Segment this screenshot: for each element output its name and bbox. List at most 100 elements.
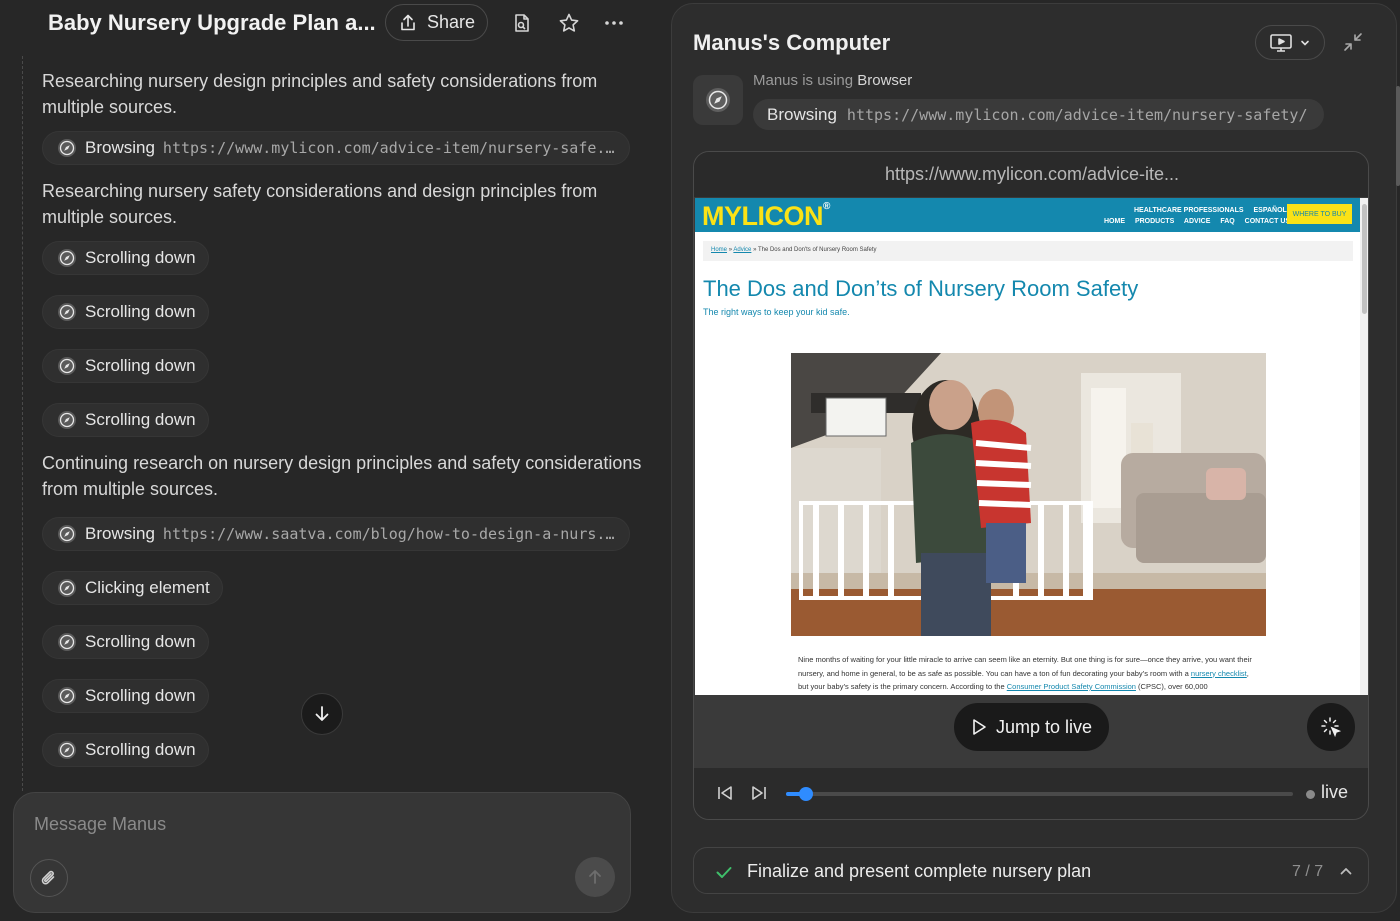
current-action-label: Browsing xyxy=(767,104,837,124)
action-label: Scrolling down xyxy=(85,410,196,429)
files-button[interactable] xyxy=(509,10,535,36)
nursery-checklist-link[interactable]: nursery checklist xyxy=(1191,669,1247,678)
jump-to-live-label: Jump to live xyxy=(995,716,1093,737)
live-indicator xyxy=(1306,790,1315,799)
star-icon xyxy=(559,13,579,32)
chevron-up-icon xyxy=(1340,868,1352,875)
share-button[interactable]: Share xyxy=(385,4,488,41)
site-header: MYLICON® HEALTHCARE PROFESSIONALS ESPAÑO… xyxy=(695,198,1360,232)
chat-header: Baby Nursery Upgrade Plan a... Share xyxy=(0,0,660,48)
action-url: https://www.mylicon.com/advice-item/nurs… xyxy=(162,139,617,157)
top-link-espanol[interactable]: ESPAÑOL xyxy=(1254,207,1287,214)
nav-faq[interactable]: FAQ xyxy=(1220,218,1234,225)
message-input[interactable] xyxy=(34,811,594,837)
jump-to-live-button[interactable]: Jump to live xyxy=(953,702,1110,752)
breadcrumb-advice[interactable]: Advice xyxy=(733,247,751,253)
article-body-text: (CPSC), over 60,000 xyxy=(1138,682,1208,691)
arrow-up-icon xyxy=(589,870,601,884)
scroll-to-bottom-button[interactable] xyxy=(301,693,343,735)
arrow-down-icon xyxy=(315,706,329,721)
browser-view: https://www.mylicon.com/advice-ite... MY… xyxy=(693,151,1369,820)
nav-advice[interactable]: ADVICE xyxy=(1184,218,1210,225)
compass-icon xyxy=(58,687,76,705)
task-plan-bar[interactable]: Finalize and present complete nursery pl… xyxy=(693,847,1369,894)
more-icon xyxy=(605,21,623,25)
take-control-button[interactable] xyxy=(1306,702,1356,752)
action-chip-scrolling[interactable]: Scrolling down xyxy=(42,733,209,767)
article-headline: The Dos and Don’ts of Nursery Room Safet… xyxy=(703,276,1139,301)
action-label: Browsing xyxy=(85,524,155,543)
window-scrollbar[interactable] xyxy=(1396,86,1400,186)
compass-icon xyxy=(58,139,76,157)
action-chip-scrolling[interactable]: Scrolling down xyxy=(42,295,209,329)
where-to-buy-button[interactable]: WHERE TO BUY xyxy=(1287,204,1352,224)
chevron-down-icon xyxy=(1301,40,1309,46)
nav-products[interactable]: PRODUCTS xyxy=(1135,218,1174,225)
compass-icon xyxy=(58,741,76,759)
site-top-links: HEALTHCARE PROFESSIONALS ESPAÑOL xyxy=(1134,207,1295,214)
screen-mode-button[interactable] xyxy=(1255,25,1325,60)
minimize-icon xyxy=(1344,33,1362,51)
action-label: Scrolling down xyxy=(85,248,196,267)
action-chip-scrolling[interactable]: Scrolling down xyxy=(42,241,209,275)
nav-contact[interactable]: CONTACT US xyxy=(1245,218,1290,225)
action-chip-scrolling[interactable]: Scrolling down xyxy=(42,679,209,713)
attach-button[interactable] xyxy=(30,859,68,897)
task-title[interactable]: Baby Nursery Upgrade Plan a... xyxy=(48,10,376,36)
article-photo xyxy=(791,353,1266,636)
more-button[interactable] xyxy=(601,10,627,36)
step-text: Continuing research on nursery design pr… xyxy=(42,453,642,499)
address-bar: https://www.mylicon.com/advice-ite... xyxy=(694,152,1368,197)
site-nav: HOME PRODUCTS ADVICE FAQ CONTACT US xyxy=(1104,218,1298,225)
replay-controls: live xyxy=(694,768,1368,819)
viewport-scrollbar-thumb[interactable] xyxy=(1362,204,1367,314)
send-button[interactable] xyxy=(575,857,615,897)
paperclip-icon xyxy=(41,870,55,885)
replay-timeline[interactable] xyxy=(786,787,1293,801)
page-viewport[interactable]: MYLICON® HEALTHCARE PROFESSIONALS ESPAÑO… xyxy=(695,198,1360,695)
step-forward-button[interactable] xyxy=(748,782,770,804)
site-logo[interactable]: MYLICON® xyxy=(702,201,830,232)
current-action-url: https://www.mylicon.com/advice-item/nurs… xyxy=(846,105,1308,124)
breadcrumb-home[interactable]: Home xyxy=(711,247,727,253)
tool-status-prefix: Manus is using xyxy=(753,72,854,89)
cpsc-link[interactable]: Consumer Product Safety Commission xyxy=(1007,682,1136,691)
viewport-scrollbar[interactable] xyxy=(1360,198,1368,695)
action-chip-browsing[interactable]: Browsing https://www.mylicon.com/advice-… xyxy=(42,131,630,165)
activity-feed: Researching nursery design principles an… xyxy=(42,62,642,767)
favorite-button[interactable] xyxy=(556,10,582,36)
action-label: Scrolling down xyxy=(85,740,196,759)
step-text: Researching nursery safety consideration… xyxy=(42,181,598,227)
skip-back-icon xyxy=(718,786,732,800)
action-label: Scrolling down xyxy=(85,356,196,375)
compass-icon xyxy=(58,633,76,651)
action-chip-scrolling[interactable]: Scrolling down xyxy=(42,625,209,659)
sparkle-cursor-icon xyxy=(1321,717,1342,738)
nav-home[interactable]: HOME xyxy=(1104,218,1125,225)
action-chip-clicking[interactable]: Clicking element xyxy=(42,571,223,605)
compass-icon xyxy=(58,579,76,597)
top-link-healthcare[interactable]: HEALTHCARE PROFESSIONALS xyxy=(1134,207,1244,214)
action-label: Scrolling down xyxy=(85,302,196,321)
step-text: Researching nursery design principles an… xyxy=(42,71,598,117)
tool-status-name: Browser xyxy=(857,72,913,89)
file-icon xyxy=(515,14,529,32)
action-chip-scrolling[interactable]: Scrolling down xyxy=(42,349,209,383)
action-chip-scrolling[interactable]: Scrolling down xyxy=(42,403,209,437)
action-label: Clicking element xyxy=(85,578,210,597)
breadcrumb-separator: » xyxy=(753,247,757,253)
replay-scrubber[interactable] xyxy=(799,787,814,801)
check-icon xyxy=(716,867,732,878)
article-subheadline: The right ways to keep your kid safe. xyxy=(703,307,850,317)
action-url: https://www.saatva.com/blog/how-to-desig… xyxy=(162,525,617,543)
compass-icon xyxy=(706,88,730,112)
step-back-button[interactable] xyxy=(714,782,736,804)
site-breadcrumb: Home » Advice » The Dos and Don'ts of Nu… xyxy=(703,241,1353,261)
action-chip-browsing[interactable]: Browsing https://www.saatva.com/blog/how… xyxy=(42,517,630,551)
plan-expand-button[interactable] xyxy=(1336,861,1356,881)
skip-forward-icon xyxy=(752,786,766,800)
minimize-button[interactable] xyxy=(1340,29,1366,55)
breadcrumb-separator: » xyxy=(728,247,733,253)
app-root: Baby Nursery Upgrade Plan a... Share Res… xyxy=(0,0,1400,921)
browser-tool-avatar xyxy=(693,75,743,125)
